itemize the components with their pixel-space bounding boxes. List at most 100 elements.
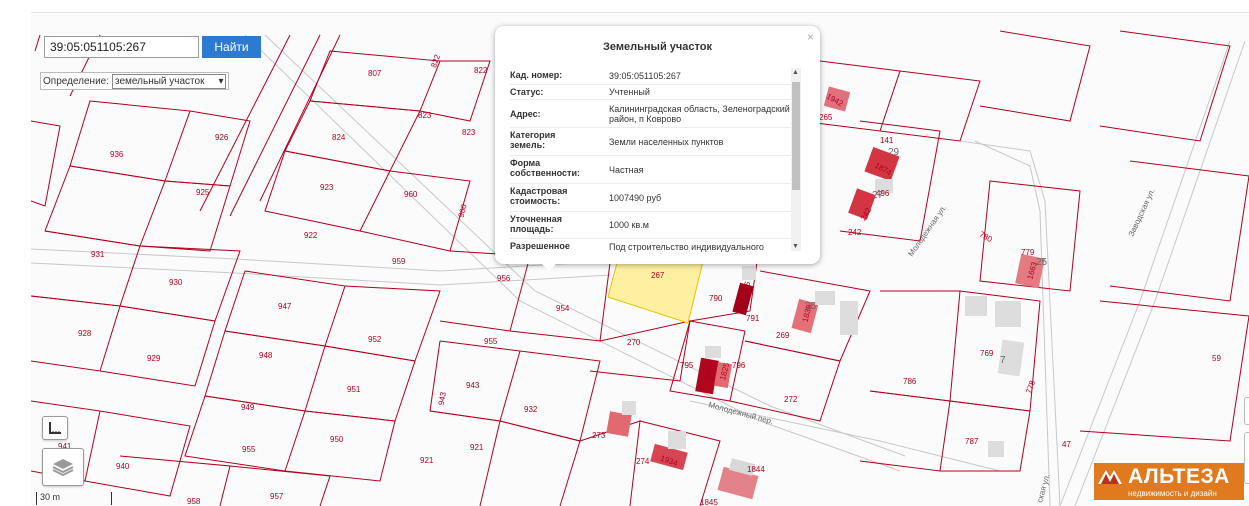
parcel-label: 957 xyxy=(270,492,284,501)
info-value: Калининградская область, Зеленоградский … xyxy=(609,103,790,124)
parcel-label: 59 xyxy=(1212,354,1221,363)
info-key: Адрес: xyxy=(510,108,541,119)
parcel-label: 929 xyxy=(147,354,161,363)
parcel-label: 47 xyxy=(1062,440,1071,449)
logo-mark-icon xyxy=(1098,470,1122,484)
parcel-label: 925 xyxy=(196,188,210,197)
parcel-label: 823 xyxy=(418,111,432,120)
street-label: Молодежный пер. xyxy=(707,400,774,426)
parcel-label: 269 xyxy=(776,331,790,340)
parcel-label: 822 xyxy=(474,66,488,75)
popup-title: Земельный участок xyxy=(603,41,712,53)
parcel-label: 778 xyxy=(1024,379,1037,395)
parcel-label: 270 xyxy=(627,338,641,347)
parcel-label: 960 xyxy=(457,203,469,219)
ruler-icon xyxy=(49,422,61,434)
parcel-label: 954 xyxy=(556,304,570,313)
parcel-label: 931 xyxy=(91,250,105,259)
house-number: 29 xyxy=(888,147,900,158)
logo-tagline: недвижимость и дизайн xyxy=(1128,489,1217,498)
info-row: Уточненная площадь: 1000 кв.м xyxy=(510,212,795,239)
selected-parcel-label: 267 xyxy=(651,271,665,280)
parcel-label: 823 xyxy=(462,128,476,137)
parcel-label: 787 xyxy=(965,437,979,446)
parcel-label: 956 xyxy=(497,274,511,283)
info-key: Кадастровая стоимость: xyxy=(510,186,568,206)
layers-button[interactable] xyxy=(42,448,84,486)
parcel-label: 948 xyxy=(259,351,273,360)
altesa-logo: АЛЬТЕЗА недвижимость и дизайн xyxy=(1094,463,1244,500)
parcel-label: 955 xyxy=(484,337,498,346)
parcel-label: 936 xyxy=(110,150,124,159)
parcel-label: 923 xyxy=(320,183,334,192)
parcel-label: 769 xyxy=(980,349,994,358)
info-value: Учтенный xyxy=(609,87,650,97)
logo-name: АЛЬТЕЗА xyxy=(1128,465,1230,488)
cadastral-search-input[interactable]: 39:05:051105:267 xyxy=(44,36,199,58)
parcel-label: 921 xyxy=(470,443,484,452)
parcel-label: 786 xyxy=(903,377,917,386)
info-key: Статус: xyxy=(510,87,544,97)
chevron-down-icon: ▾ xyxy=(218,75,224,87)
definition-row: Определение: земельный участок ▾ xyxy=(40,72,230,90)
info-value: 1000 кв.м xyxy=(609,220,649,230)
edge-control[interactable] xyxy=(1244,432,1249,484)
scroll-up-icon[interactable]: ▲ xyxy=(792,69,799,76)
definition-select[interactable]: земельный участок ▾ xyxy=(112,73,227,89)
parcel-label: 822 xyxy=(429,53,442,69)
parcel-info-popup: × Земельный участок Кад. номер: 39:05:05… xyxy=(495,26,820,264)
parcel-label: 274 xyxy=(636,457,650,466)
house-number: 27 xyxy=(872,190,884,201)
info-row: Разрешенное Под строительство индивидуал… xyxy=(510,239,795,253)
parcel-label: 951 xyxy=(347,385,361,394)
parcel-label: 930 xyxy=(169,278,183,287)
parcel-label: 943 xyxy=(466,381,480,390)
parcel-label: 921 xyxy=(420,456,434,465)
parcel-label: 947 xyxy=(278,302,292,311)
house-number: 35 xyxy=(805,301,817,312)
house-number: 7 xyxy=(1000,355,1006,366)
info-value: Частная xyxy=(609,164,644,175)
parcel-label: 780 xyxy=(978,230,995,245)
popup-scrollbar[interactable]: ▲ ▼ xyxy=(791,68,801,251)
parcel-label: 922 xyxy=(304,231,318,240)
parcel-label: 932 xyxy=(524,405,538,414)
definition-label: Определение: xyxy=(43,75,110,87)
info-key: Кад. номер: xyxy=(510,70,563,80)
scroll-down-icon[interactable]: ▼ xyxy=(792,243,799,250)
parcel-label: 796 xyxy=(732,361,746,370)
parcel-label: 1844 xyxy=(747,465,765,474)
street-label: Молодежная ул. xyxy=(906,203,948,258)
parcel-label: 960 xyxy=(404,190,418,199)
info-key: Форма собственности: xyxy=(510,158,580,178)
parcel-label: 928 xyxy=(78,329,92,338)
layers-icon xyxy=(52,459,74,477)
parcel-label: 141 xyxy=(880,136,894,145)
info-key: Разрешенное xyxy=(510,241,570,251)
popup-body: Кад. номер: 39:05:051105:267 Статус: Учт… xyxy=(510,68,795,253)
parcel-label: 242 xyxy=(848,228,862,237)
find-button[interactable]: Найти xyxy=(202,36,261,58)
street-label: Заводская ул. xyxy=(1127,187,1157,238)
parcel-label: 959 xyxy=(392,257,406,266)
info-value: 1007490 руб xyxy=(609,192,662,203)
info-row: Статус: Учтенный xyxy=(510,85,795,100)
parcel-label: 824 xyxy=(332,133,346,142)
info-row: Форма собственности: Частная xyxy=(510,156,795,184)
scroll-thumb[interactable] xyxy=(792,82,800,190)
map-scale: 30 m xyxy=(36,492,112,505)
info-key: Уточненная площадь: xyxy=(510,214,562,234)
info-value: Под строительство индивидуального xyxy=(609,242,764,252)
edge-control[interactable] xyxy=(1244,397,1249,425)
parcel-label: 272 xyxy=(784,395,798,404)
parcel-label: 943 xyxy=(437,391,448,406)
info-value: 39:05:051105:267 xyxy=(609,71,681,81)
parcel-label: 955 xyxy=(242,445,256,454)
info-row: Адрес: Калининградская область, Зеленогр… xyxy=(510,100,795,128)
measure-button[interactable] xyxy=(42,416,68,440)
parcel-label: 926 xyxy=(215,133,229,142)
info-row: Категория земель: Земли населенных пункт… xyxy=(510,128,795,156)
popup-pointer xyxy=(541,263,557,271)
parcel-label: 952 xyxy=(368,335,382,344)
info-row: Кад. номер: 39:05:051105:267 xyxy=(510,68,795,85)
